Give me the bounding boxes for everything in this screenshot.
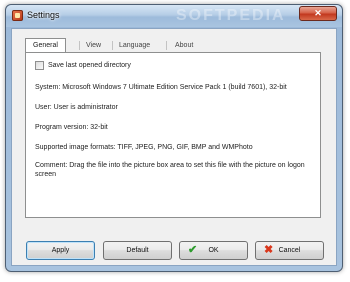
apply-label: Apply <box>51 247 70 254</box>
tab-about[interactable]: About <box>175 40 193 52</box>
cross-icon: ✖ <box>264 244 274 256</box>
settings-window: Settings SOFTPEDIA ✕ General View Langua… <box>5 4 343 272</box>
tab-separator <box>79 41 80 50</box>
tab-general[interactable]: General <box>25 38 66 53</box>
title-bar[interactable]: Settings SOFTPEDIA ✕ <box>6 5 342 27</box>
ok-label: OK <box>208 247 219 254</box>
close-button[interactable]: ✕ <box>299 6 337 21</box>
tab-view[interactable]: View <box>86 40 101 52</box>
tab-separator <box>112 41 113 50</box>
cancel-label: Cancel <box>278 247 301 254</box>
save-last-directory-label: Save last opened directory <box>48 62 131 69</box>
comment-text: Comment: Drag the file into the picture … <box>35 162 305 178</box>
tab-separator <box>166 41 167 50</box>
close-icon: ✕ <box>314 8 322 18</box>
cancel-button[interactable]: ✖ Cancel <box>255 241 324 260</box>
tab-language[interactable]: Language <box>119 40 150 52</box>
system-info: System: Microsoft Windows 7 Ultimate Edi… <box>35 84 287 91</box>
dialog-client-area: General View Language About Save last op… <box>11 28 337 266</box>
window-title: Settings <box>27 10 60 20</box>
ok-button[interactable]: ✔ OK <box>179 241 248 260</box>
app-icon <box>12 10 23 21</box>
default-button[interactable]: Default <box>103 241 172 260</box>
checkmark-icon: ✔ <box>188 244 198 256</box>
general-panel: Save last opened directory System: Micro… <box>25 52 321 218</box>
default-label: Default <box>126 247 149 254</box>
apply-button[interactable]: Apply <box>26 241 95 260</box>
save-last-directory-checkbox[interactable] <box>35 61 44 70</box>
program-version: Program version: 32-bit <box>35 124 108 131</box>
supported-formats: Supported image formats: TIFF, JPEG, PNG… <box>35 144 253 151</box>
user-info: User: User is administrator <box>35 104 118 111</box>
watermark: SOFTPEDIA <box>176 7 286 24</box>
